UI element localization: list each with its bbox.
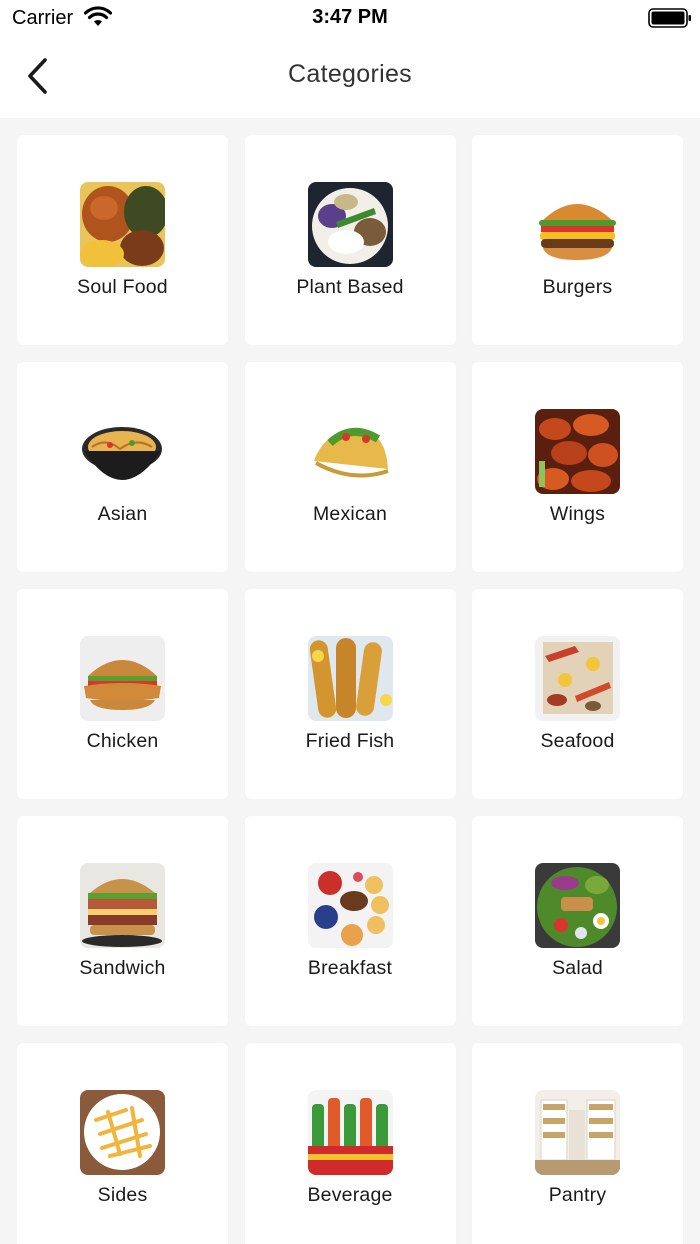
category-label: Seafood	[540, 730, 615, 752]
category-label: Soul Food	[77, 276, 168, 298]
category-label: Wings	[549, 503, 606, 525]
fried-fish-image	[307, 636, 393, 721]
category-label: Chicken	[86, 730, 159, 752]
navigation-bar: Categories	[0, 36, 700, 118]
wings-image	[535, 409, 620, 494]
category-grid: Soul Food Plant Based Burgers Asian Mexi…	[17, 135, 683, 1244]
taco-image	[307, 409, 393, 494]
category-card-pantry[interactable]: Pantry	[472, 1043, 683, 1244]
status-bar: Carrier 3:47 PM	[0, 0, 700, 36]
noodle-bowl-image	[80, 409, 165, 494]
category-card-burgers[interactable]: Burgers	[472, 135, 683, 345]
category-label: Beverage	[307, 1184, 393, 1206]
category-label: Breakfast	[307, 957, 393, 979]
category-card-mexican[interactable]: Mexican	[244, 362, 456, 572]
category-card-sandwich[interactable]: Sandwich	[17, 816, 228, 1026]
category-label: Sides	[97, 1184, 148, 1206]
battery-full-icon	[648, 8, 692, 28]
category-card-soul-food[interactable]: Soul Food	[17, 135, 228, 345]
plant-based-image	[307, 182, 393, 267]
seafood-image	[535, 636, 620, 721]
category-card-salad[interactable]: Salad	[472, 816, 683, 1026]
chicken-sandwich-image	[80, 636, 165, 721]
category-card-asian[interactable]: Asian	[17, 362, 228, 572]
category-card-seafood[interactable]: Seafood	[472, 589, 683, 799]
breakfast-image	[307, 863, 393, 948]
fries-image	[80, 1090, 165, 1175]
category-label: Salad	[552, 957, 603, 979]
category-label: Plant Based	[296, 276, 404, 298]
pantry-image	[535, 1090, 620, 1175]
category-label: Pantry	[548, 1184, 607, 1206]
category-card-chicken[interactable]: Chicken	[17, 589, 228, 799]
sandwich-image	[80, 863, 165, 948]
beverage-image	[307, 1090, 393, 1175]
category-card-breakfast[interactable]: Breakfast	[244, 816, 456, 1026]
salad-image	[535, 863, 620, 948]
page-title: Categories	[288, 60, 412, 88]
category-card-fried-fish[interactable]: Fried Fish	[244, 589, 456, 799]
category-card-wings[interactable]: Wings	[472, 362, 683, 572]
category-label: Asian	[97, 503, 148, 525]
category-label: Burgers	[542, 276, 613, 298]
category-label: Sandwich	[79, 957, 166, 979]
category-card-beverage[interactable]: Beverage	[244, 1043, 456, 1244]
soul-food-image	[80, 182, 165, 267]
status-time: 3:47 PM	[312, 6, 388, 28]
burger-image	[535, 182, 620, 267]
category-card-plant-based[interactable]: Plant Based	[244, 135, 456, 345]
category-label: Mexican	[312, 503, 387, 525]
category-label: Fried Fish	[305, 730, 395, 752]
category-card-sides[interactable]: Sides	[17, 1043, 228, 1244]
